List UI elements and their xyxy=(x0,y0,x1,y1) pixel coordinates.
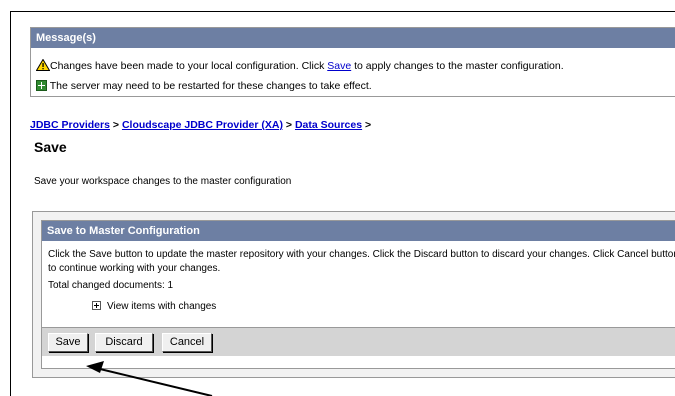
save-button[interactable]: Save xyxy=(48,333,88,352)
view-items-toggle[interactable]: View items with changes xyxy=(92,301,216,312)
message-text-part2: to apply changes to the master configura… xyxy=(351,60,564,72)
breadcrumb-separator: > xyxy=(285,119,293,131)
messages-header: Message(s) xyxy=(31,28,675,48)
warning-icon xyxy=(35,58,51,71)
discard-button[interactable]: Discard xyxy=(95,333,153,352)
breadcrumb-separator: > xyxy=(365,119,372,131)
breadcrumb-separator: > xyxy=(112,119,120,131)
top-border-line xyxy=(10,11,675,12)
message-restart-text: The server may need to be restarted for … xyxy=(49,80,372,92)
messages-panel: Message(s) Changes have been made to you… xyxy=(30,27,675,97)
info-icon xyxy=(36,80,47,91)
save-panel-header: Save to Master Configuration xyxy=(42,221,675,241)
view-items-label: View items with changes xyxy=(107,301,217,312)
left-border-line xyxy=(10,11,11,396)
breadcrumb-data-sources[interactable]: Data Sources xyxy=(295,119,362,131)
page-title: Save xyxy=(34,139,67,155)
save-instructions: Click the Save button to update the mast… xyxy=(48,249,675,274)
page-description: Save your workspace changes to the maste… xyxy=(34,176,292,187)
cancel-button[interactable]: Cancel xyxy=(162,333,212,352)
breadcrumb-jdbc-providers[interactable]: JDBC Providers xyxy=(30,119,110,131)
message-restart-required: The server may need to be restarted for … xyxy=(36,79,372,93)
message-local-changes: Changes have been made to your local con… xyxy=(35,58,564,73)
save-link[interactable]: Save xyxy=(327,60,351,72)
button-bar: Save Discard Cancel xyxy=(42,327,675,356)
save-panel-frame: Save to Master Configuration Click the S… xyxy=(32,211,675,378)
message-text-part1: Changes have been made to your local con… xyxy=(50,60,328,72)
expand-plus-icon[interactable] xyxy=(92,301,101,310)
breadcrumb: JDBC Providers > Cloudscape JDBC Provide… xyxy=(30,119,371,131)
total-changed-documents: Total changed documents: 1 xyxy=(48,280,174,291)
breadcrumb-cloudscape-provider[interactable]: Cloudscape JDBC Provider (XA) xyxy=(122,119,283,131)
save-panel: Save to Master Configuration Click the S… xyxy=(41,220,675,369)
